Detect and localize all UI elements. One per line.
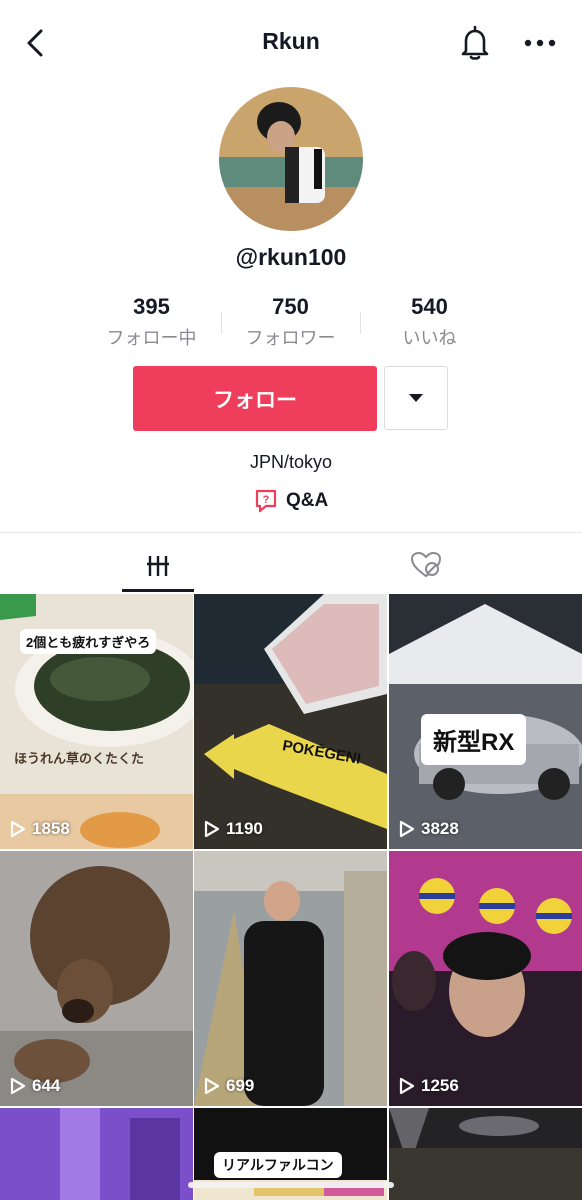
view-count: 1858 [10, 819, 70, 839]
video-tile[interactable]: 1256 [389, 851, 582, 1106]
view-count-value: 3828 [421, 819, 459, 838]
video-tile[interactable]: 新型RX 3828 [389, 594, 582, 849]
view-count: 699 [204, 1076, 254, 1096]
caret-down-icon [409, 394, 423, 402]
video-tile[interactable] [0, 1108, 193, 1200]
active-tab-indicator [122, 589, 194, 592]
stat-label: いいね [402, 328, 457, 348]
view-count: 1256 [399, 1076, 459, 1096]
avatar[interactable] [219, 87, 363, 231]
stat-divider [360, 312, 361, 334]
video-overlay-text: リアルファルコン [214, 1152, 342, 1178]
top-bar: Rkun [0, 0, 582, 86]
stat-value: 750 [272, 294, 309, 319]
play-icon [399, 1077, 415, 1095]
videos-grid-icon [147, 556, 169, 576]
stat-likes[interactable]: 540 いいね [360, 292, 499, 352]
svg-text:?: ? [263, 494, 270, 506]
play-icon [204, 1077, 220, 1095]
view-count-value: 644 [32, 1076, 61, 1095]
qa-label: Q&A [286, 490, 329, 511]
view-count: 3828 [399, 819, 459, 839]
view-count-value: 1256 [421, 1076, 459, 1095]
tab-videos[interactable] [122, 540, 194, 592]
more-options-button[interactable] [520, 28, 560, 58]
stat-label: フォロー中 [106, 328, 197, 348]
video-tile[interactable]: 699 [194, 851, 387, 1106]
view-count: 1190 [204, 819, 263, 839]
video-overlay-text: 新型RX [421, 714, 527, 765]
liked-hidden-icon [410, 551, 442, 578]
profile-stats: 395 フォロー中 750 フォロワー 540 いいね [82, 292, 500, 352]
video-thumbnail [389, 851, 582, 1106]
video-grid: 2個とも疲れすぎやろ ほうれん草のくたくた 1858 POKÉGENI 1190 [0, 594, 582, 1200]
stat-value: 540 [411, 294, 448, 319]
video-tile[interactable]: 2個とも疲れすぎやろ ほうれん草のくたくた 1858 [0, 594, 193, 849]
view-count-value: 1190 [226, 819, 263, 838]
video-tile[interactable] [389, 1108, 582, 1200]
play-icon [399, 820, 415, 838]
view-count-value: 1858 [32, 819, 70, 838]
view-count: 644 [10, 1076, 60, 1096]
qa-link[interactable]: ? Q&A [254, 486, 328, 516]
stat-divider [221, 312, 222, 334]
video-thumbnail [0, 851, 193, 1106]
avatar-photo [219, 87, 363, 231]
stat-followers[interactable]: 750 フォロワー [221, 292, 360, 352]
stat-value: 395 [133, 294, 170, 319]
video-thumbnail [194, 851, 387, 1106]
video-overlay-text: 2個とも疲れすぎやろ [20, 629, 157, 654]
video-thumbnail [0, 1108, 193, 1200]
profile-bio: JPN/tokyo [249, 452, 333, 472]
page-title: Rkun [262, 28, 320, 54]
suggested-accounts-button[interactable] [384, 366, 448, 430]
play-icon [10, 1077, 26, 1095]
video-tile[interactable]: POKÉGENI 1190 [194, 594, 387, 849]
profile-handle: @rkun100 [235, 244, 347, 270]
follow-button[interactable]: フォロー [133, 366, 377, 431]
bell-icon [461, 25, 489, 60]
stat-following[interactable]: 395 フォロー中 [82, 292, 221, 352]
video-caption-text: ほうれん草のくたくた [14, 751, 145, 766]
video-tile[interactable]: 644 [0, 851, 193, 1106]
video-thumbnail [194, 594, 387, 849]
question-bubble-icon: ? [255, 489, 277, 513]
view-count-value: 699 [226, 1076, 255, 1095]
video-thumbnail [389, 1108, 582, 1200]
notification-bell-button[interactable] [456, 24, 494, 62]
more-icon [524, 39, 556, 47]
home-indicator [188, 1182, 394, 1188]
stat-label: フォロワー [245, 328, 336, 348]
divider [0, 532, 582, 533]
tab-liked[interactable] [404, 540, 448, 590]
play-icon [10, 820, 26, 838]
play-icon [204, 820, 220, 838]
